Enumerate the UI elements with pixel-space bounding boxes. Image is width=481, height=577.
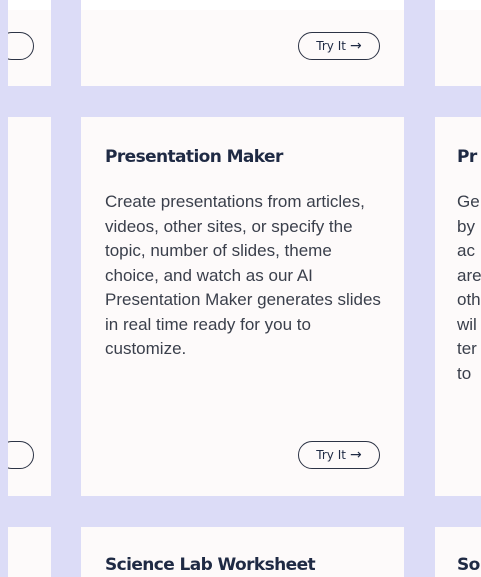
card-title-partial: So xyxy=(457,555,480,575)
card-top-right-partial xyxy=(435,10,481,86)
try-it-button[interactable]: Try It → xyxy=(298,441,380,469)
text-line: to xyxy=(457,363,472,383)
card-title: Presentation Maker xyxy=(105,147,283,167)
card-title: Science Lab Worksheet xyxy=(105,555,316,575)
card-bottom-right-partial: So xyxy=(435,527,481,577)
card-bottom-left-partial xyxy=(8,527,51,577)
card-title-partial: Pr xyxy=(457,147,477,167)
try-it-button-middle-left-partial[interactable] xyxy=(8,441,34,469)
try-it-label: Try It xyxy=(316,448,346,462)
text-line: by xyxy=(457,216,475,236)
gutter-horizontal-2 xyxy=(0,496,481,527)
card-presentation-maker: Presentation Maker Create presentations … xyxy=(81,117,404,496)
arrow-right-icon: → xyxy=(349,38,362,54)
card-science-lab-worksheet: Science Lab Worksheet xyxy=(81,527,404,577)
card-middle-left-partial xyxy=(8,117,51,496)
try-it-button-top-left-partial[interactable] xyxy=(8,32,34,60)
arrow-right-icon: → xyxy=(349,447,362,463)
card-top-left-partial xyxy=(8,10,51,86)
text-line: ter xyxy=(457,339,477,358)
text-line: wil xyxy=(457,314,477,334)
text-line: are xyxy=(457,265,481,285)
gutter-horizontal-1 xyxy=(0,86,481,117)
try-it-button-top[interactable]: Try It → xyxy=(298,32,380,60)
text-line: ac xyxy=(457,241,475,260)
card-top-center: Try It → xyxy=(81,10,404,86)
card-right-partial: Pr Ge by ac are oth wil ter to xyxy=(435,117,481,496)
try-it-label: Try It xyxy=(316,39,346,53)
text-line: oth xyxy=(457,290,481,309)
card-description: Create presentations from articles, vide… xyxy=(105,192,381,358)
card-description-partial: Ge by ac are oth wil ter to xyxy=(457,190,481,386)
text-line: Ge xyxy=(457,192,480,211)
